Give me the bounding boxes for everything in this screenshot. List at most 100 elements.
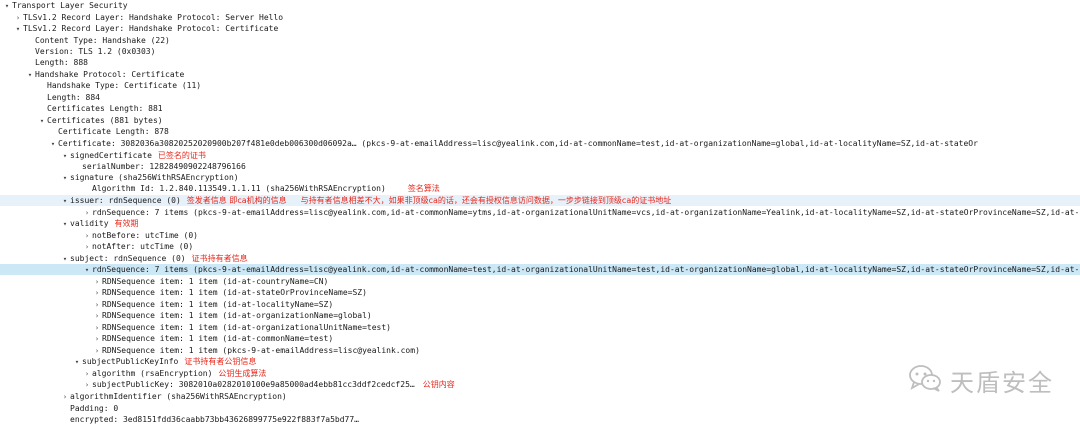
row-text: signature (sha256WithRSAEncryption) (70, 173, 239, 182)
row-text: signedCertificate (70, 151, 152, 160)
row-text: RDNSequence item: 1 item (id-at-stateOrP… (102, 288, 367, 297)
expand-toggle[interactable]: ▾ (72, 357, 82, 367)
row-text: subject: rdnSequence (0) (70, 254, 186, 263)
expand-toggle[interactable]: ▾ (37, 116, 47, 126)
tree-row[interactable]: ▾ signedCertificate 已签名的证书 (0, 150, 1080, 161)
expand-toggle[interactable]: › (92, 288, 102, 298)
expand-toggle[interactable]: › (82, 380, 92, 390)
wechat-icon (908, 363, 942, 398)
tree-row[interactable]: › RDNSequence item: 1 item (id-at-commonN… (0, 333, 1080, 344)
tree-row[interactable]: › RDNSequence item: 1 item (pkcs-9-at-ema… (0, 345, 1080, 356)
tree-row[interactable]: ▾ Certificate: 3082036a30820252020900b207… (0, 138, 1080, 149)
tree-row[interactable]: ▾ Handshake Protocol: Certificate (0, 69, 1080, 80)
annotation: 与持有者信息相差不大，如果非顶级ca的话，还会有授权信息访问数据，一步步链接到顶… (300, 196, 672, 205)
tree-row[interactable]: ▾ rdnSequence: 7 items (pkcs-9-at-emailAd… (0, 264, 1080, 275)
tree-row[interactable]: Length: 884 (0, 92, 1080, 103)
row-text: RDNSequence item: 1 item (id-at-organiza… (102, 311, 372, 320)
expand-toggle[interactable]: › (82, 208, 92, 218)
expand-toggle[interactable]: ▾ (25, 70, 35, 80)
annotation: 签发者信息 即ca机构的信息 (186, 196, 287, 205)
tree-row[interactable]: ▾ issuer: rdnSequence (0) 签发者信息 即ca机构的信息 与持… (0, 195, 1080, 206)
row-text: Certificate: 3082036a30820252020900b207f… (58, 139, 978, 148)
tree-row[interactable]: › RDNSequence item: 1 item (id-at-organiz… (0, 322, 1080, 333)
tree-row[interactable]: › RDNSequence item: 1 item (id-at-organiz… (0, 310, 1080, 321)
tree-row[interactable]: ▾ Transport Layer Security (0, 0, 1080, 11)
tree-row[interactable]: › notBefore: utcTime (0) (0, 230, 1080, 241)
row-text: RDNSequence item: 1 item (pkcs-9-at-emai… (102, 346, 420, 355)
row-text: subjectPublicKeyInfo (82, 357, 179, 366)
expand-toggle[interactable]: › (13, 13, 23, 23)
expand-toggle[interactable]: › (60, 392, 70, 402)
annotation: 证书持有者信息 (191, 254, 248, 263)
tree-row[interactable]: › RDNSequence item: 1 item (id-at-localit… (0, 299, 1080, 310)
expand-toggle[interactable]: ▾ (13, 24, 23, 34)
tree-row[interactable]: Handshake Type: Certificate (11) (0, 80, 1080, 91)
expand-toggle[interactable]: › (92, 323, 102, 333)
row-text: Certificates (881 bytes) (47, 116, 163, 125)
tree-row[interactable]: Length: 888 (0, 57, 1080, 68)
expand-toggle[interactable]: › (82, 369, 92, 379)
row-text: Handshake Type: Certificate (11) (47, 81, 202, 90)
row-text: issuer: rdnSequence (0) (70, 196, 181, 205)
tree-row[interactable]: Version: TLS 1.2 (0x0303) (0, 46, 1080, 57)
annotation: 已签名的证书 (157, 151, 206, 160)
expand-toggle[interactable]: › (92, 300, 102, 310)
tree-row[interactable]: ▾ TLSv1.2 Record Layer: Handshake Protoco… (0, 23, 1080, 34)
row-text: Length: 884 (47, 93, 100, 102)
tree-row[interactable]: Padding: 0 (0, 403, 1080, 414)
tree-row[interactable]: ▾ validity 有效期 (0, 218, 1080, 229)
row-text: validity (70, 219, 109, 228)
tree-row[interactable]: › RDNSequence item: 1 item (id-at-country… (0, 276, 1080, 287)
row-text: RDNSequence item: 1 item (id-at-countryN… (102, 277, 329, 286)
expand-toggle[interactable]: › (82, 231, 92, 241)
row-text: encrypted: 3ed8151fdd36caabb73bb43626899… (70, 415, 359, 424)
expand-toggle[interactable]: › (82, 242, 92, 252)
tree-row[interactable]: encrypted: 3ed8151fdd36caabb73bb43626899… (0, 414, 1080, 425)
annotation: 签名算法 (407, 184, 440, 193)
row-text: Length: 888 (35, 58, 88, 67)
annotation: 公钥生成算法 (218, 369, 267, 378)
tree-row[interactable]: ▾ subject: rdnSequence (0) 证书持有者信息 (0, 253, 1080, 264)
tree-row[interactable]: Certificates Length: 881 (0, 103, 1080, 114)
tree-row[interactable]: › RDNSequence item: 1 item (id-at-stateOr… (0, 287, 1080, 298)
expand-toggle[interactable]: ▾ (2, 1, 12, 11)
row-text: RDNSequence item: 1 item (id-at-commonNa… (102, 334, 334, 343)
expand-toggle[interactable]: › (92, 277, 102, 287)
tree-row[interactable]: Content Type: Handshake (22) (0, 35, 1080, 46)
annotation: 证书持有者公钥信息 (184, 357, 257, 366)
tree-row[interactable]: › TLSv1.2 Record Layer: Handshake Protoco… (0, 12, 1080, 23)
row-text: notBefore: utcTime (0) (92, 231, 198, 240)
tree-row[interactable]: ▾ Certificates (881 bytes) (0, 115, 1080, 126)
expand-toggle[interactable]: ▾ (60, 254, 70, 264)
row-text: Algorithm Id: 1.2.840.113549.1.1.11 (sha… (92, 184, 386, 193)
tree-row[interactable]: Algorithm Id: 1.2.840.113549.1.1.11 (sha… (0, 183, 1080, 194)
expand-toggle[interactable]: ▾ (60, 151, 70, 161)
row-text: Content Type: Handshake (22) (35, 36, 170, 45)
row-text: rdnSequence: 7 items (pkcs-9-at-emailAdd… (92, 265, 1080, 274)
expand-toggle[interactable]: ▾ (60, 219, 70, 229)
expand-toggle[interactable]: › (92, 311, 102, 321)
expand-toggle[interactable]: ▾ (60, 196, 70, 206)
row-text: subjectPublicKey: 3082010a0282010100e9a8… (92, 380, 415, 389)
row-text: TLSv1.2 Record Layer: Handshake Protocol… (23, 24, 279, 33)
tree-row[interactable]: ▾ signature (sha256WithRSAEncryption) (0, 172, 1080, 183)
tree-row[interactable]: › rdnSequence: 7 items (pkcs-9-at-emailAd… (0, 207, 1080, 218)
expand-toggle[interactable]: ▾ (82, 265, 92, 275)
expand-toggle[interactable]: ▾ (48, 139, 58, 149)
expand-toggle[interactable]: › (92, 334, 102, 344)
tree-row[interactable]: Certificate Length: 878 (0, 126, 1080, 137)
expand-toggle[interactable]: ▾ (60, 173, 70, 183)
row-text: serialNumber: 12828490902248796166 (82, 162, 246, 171)
tree-row[interactable]: › notAfter: utcTime (0) (0, 241, 1080, 252)
row-text: algorithmIdentifier (sha256WithRSAEncryp… (70, 392, 287, 401)
row-text: rdnSequence: 7 items (pkcs-9-at-emailAdd… (92, 208, 1080, 217)
expand-toggle[interactable]: › (92, 346, 102, 356)
row-text: Handshake Protocol: Certificate (35, 70, 185, 79)
row-text: Transport Layer Security (12, 1, 128, 10)
row-text: Version: TLS 1.2 (0x0303) (35, 47, 156, 56)
annotation: 有效期 (114, 219, 139, 228)
row-text: RDNSequence item: 1 item (id-at-organiza… (102, 323, 391, 332)
tree-row[interactable]: serialNumber: 12828490902248796166 (0, 161, 1080, 172)
row-text: RDNSequence item: 1 item (id-at-locality… (102, 300, 334, 309)
row-text: Certificates Length: 881 (47, 104, 163, 113)
